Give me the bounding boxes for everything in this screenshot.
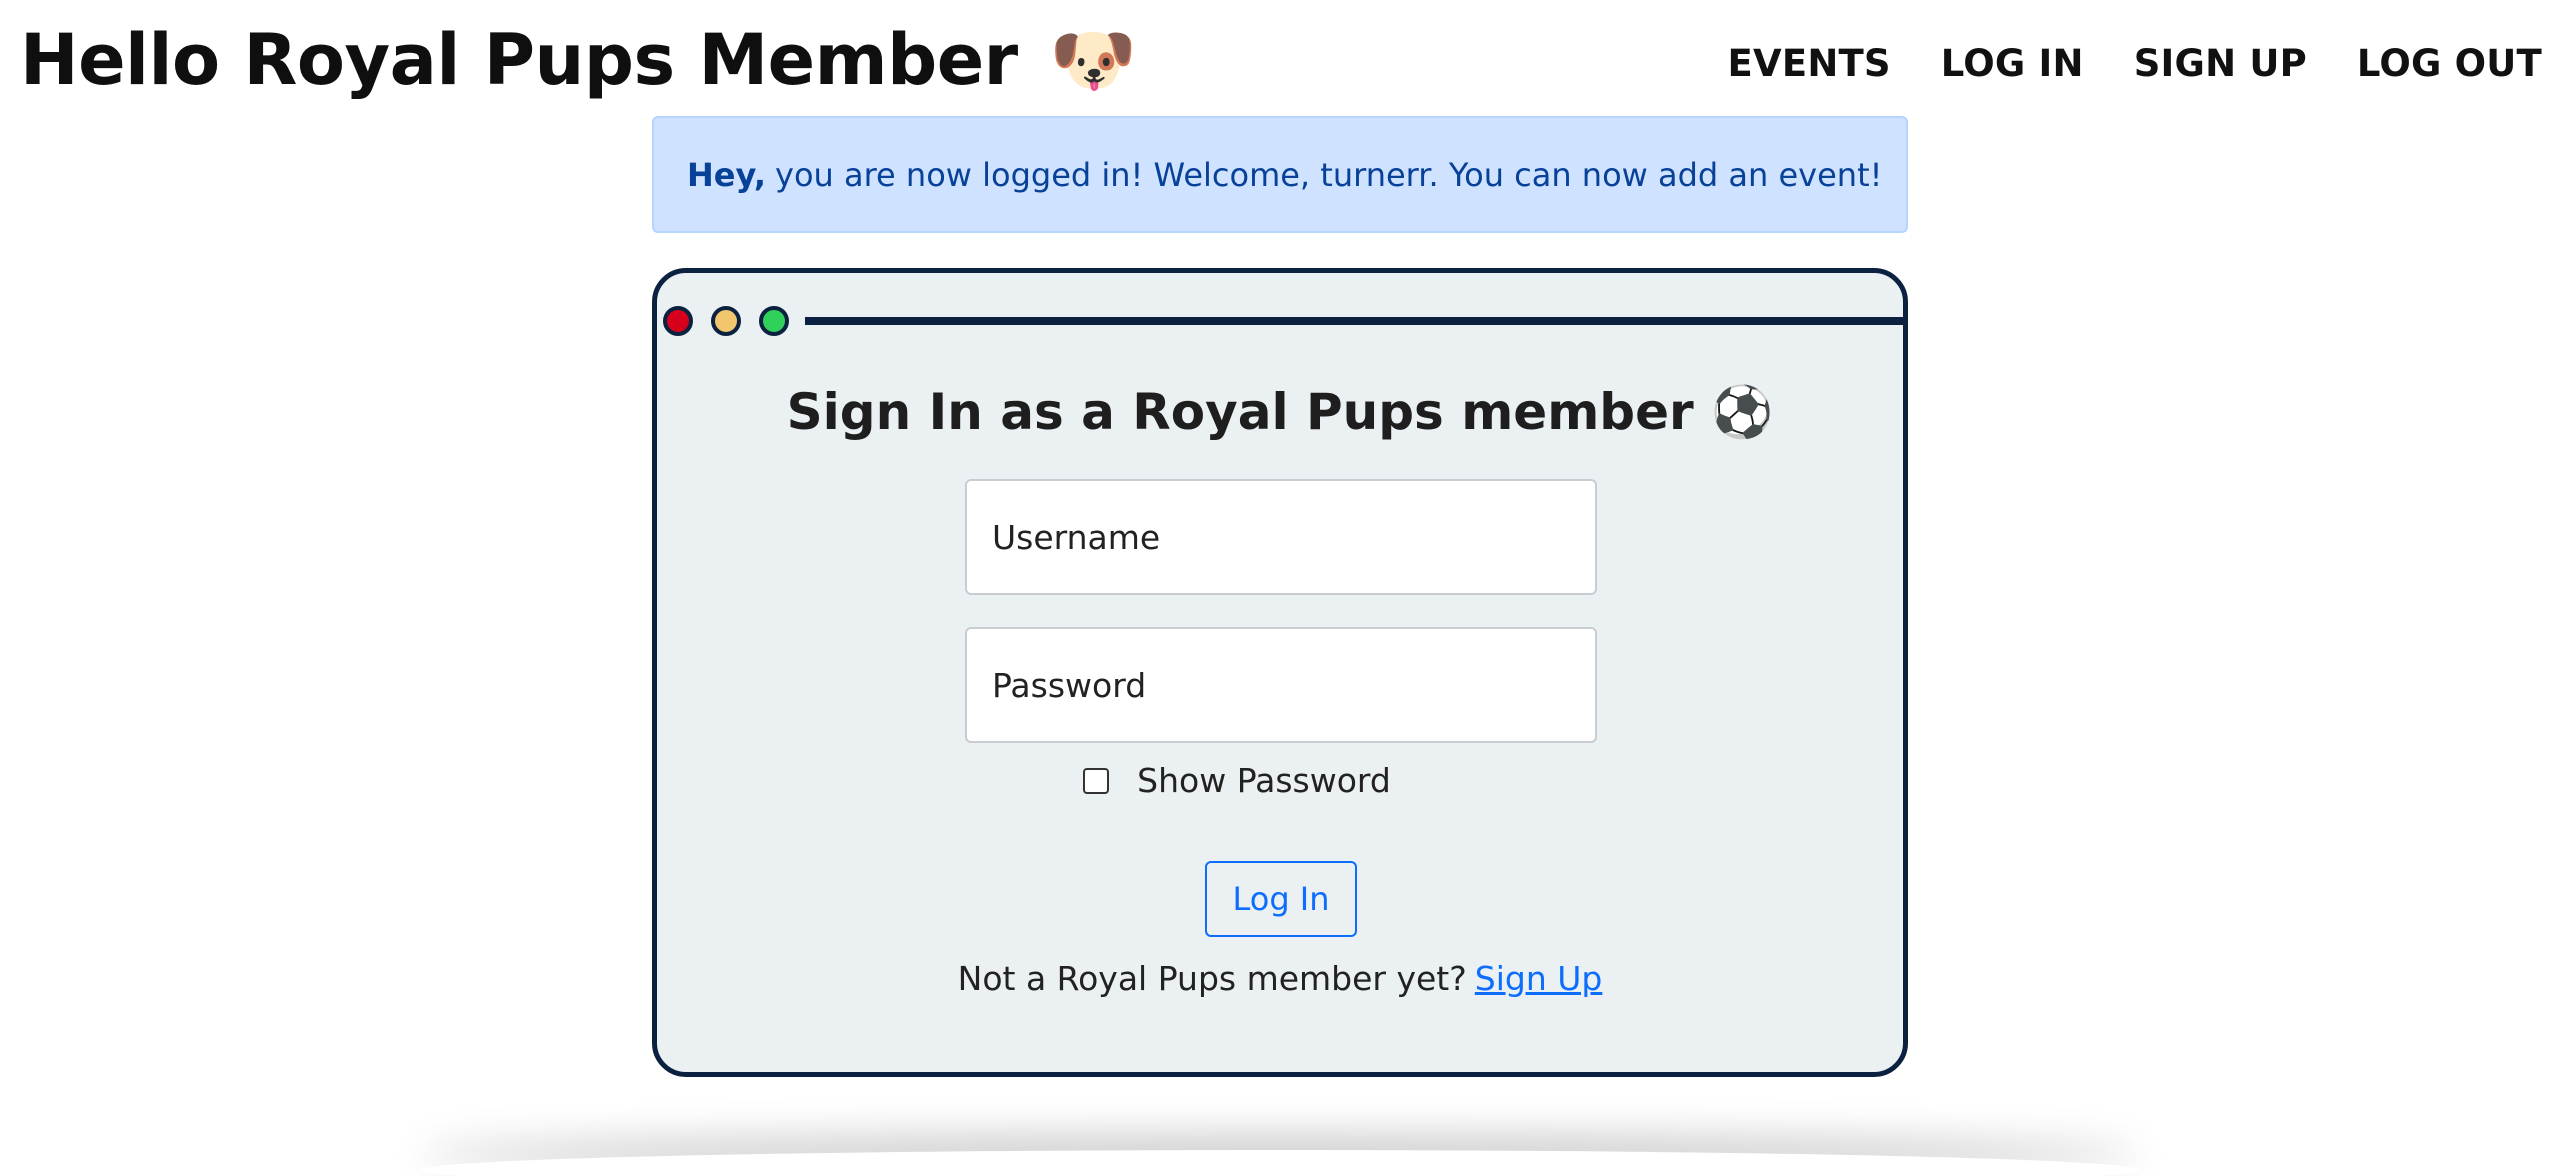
show-password-label: Show Password bbox=[1137, 761, 1391, 800]
nav-signup-link[interactable]: SIGN UP bbox=[2134, 42, 2307, 85]
login-form-title: Sign In as a Royal Pups member ⚽ bbox=[786, 383, 1774, 441]
login-window-card: Sign In as a Royal Pups member ⚽ Show Pa… bbox=[652, 268, 1908, 1077]
main-nav: EVENTS LOG IN SIGN UP LOG OUT bbox=[1728, 42, 2542, 85]
alert-greeting: Hey, bbox=[687, 155, 767, 194]
login-success-alert: Hey, you are now logged in! Welcome, tur… bbox=[652, 116, 1908, 233]
signup-prompt-text: Not a Royal Pups member yet? bbox=[957, 959, 1467, 998]
login-button[interactable]: Log In bbox=[1205, 861, 1357, 937]
password-input[interactable] bbox=[965, 627, 1597, 743]
signup-prompt-line: Not a Royal Pups member yet? Sign Up bbox=[657, 959, 1903, 998]
window-close-dot-icon bbox=[663, 306, 693, 336]
nav-login-link[interactable]: LOG IN bbox=[1941, 42, 2084, 85]
nav-logout-link[interactable]: LOG OUT bbox=[2357, 42, 2542, 85]
bottom-shadow-divider bbox=[420, 1150, 2140, 1176]
page: Hello Royal Pups Member 🐶 EVENTS LOG IN … bbox=[0, 0, 2560, 1176]
show-password-checkbox[interactable] bbox=[1083, 767, 1110, 794]
window-titlebar-line bbox=[805, 317, 1903, 325]
username-input[interactable] bbox=[965, 479, 1597, 595]
window-maximize-dot-icon bbox=[759, 306, 789, 336]
site-title: Hello Royal Pups Member 🐶 bbox=[20, 14, 1137, 106]
nav-events-link[interactable]: EVENTS bbox=[1728, 42, 1891, 85]
show-password-toggle[interactable]: Show Password bbox=[657, 761, 1903, 800]
dog-face-icon: 🐶 bbox=[1049, 19, 1137, 101]
site-title-text: Hello Royal Pups Member bbox=[20, 19, 1018, 101]
alert-message: you are now logged in! Welcome, turnerr.… bbox=[775, 155, 1883, 194]
window-minimize-dot-icon bbox=[711, 306, 741, 336]
signup-link[interactable]: Sign Up bbox=[1475, 959, 1603, 998]
